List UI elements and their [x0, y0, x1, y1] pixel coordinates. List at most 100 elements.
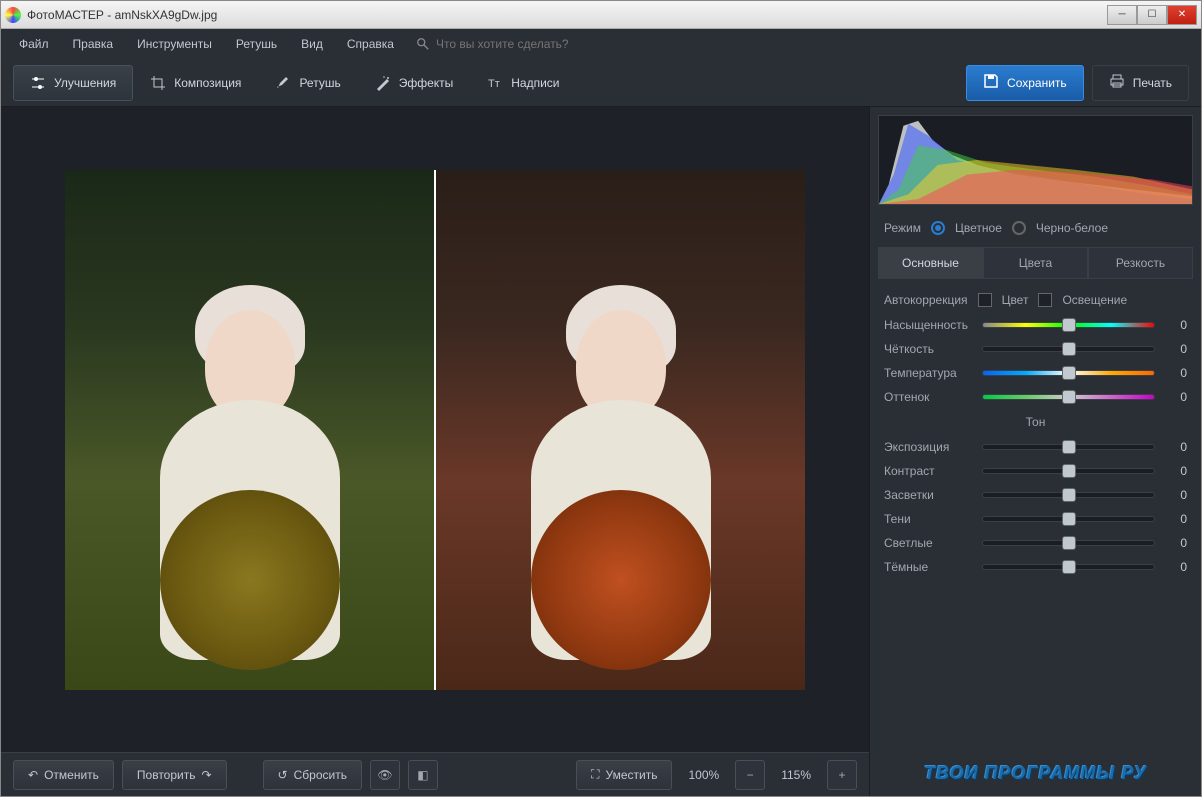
zoom-out-button[interactable]: − — [735, 760, 765, 790]
slider-track[interactable] — [982, 370, 1155, 376]
autocorr-color-label: Цвет — [1002, 293, 1029, 307]
search-box — [416, 37, 636, 51]
tab-composition[interactable]: Композиция — [133, 65, 258, 101]
redo-icon: ↷ — [201, 768, 211, 782]
side-tab-main[interactable]: Основные — [878, 247, 983, 279]
tone-slider-row: Светлые0 — [884, 531, 1187, 555]
checkbox-light[interactable] — [1038, 293, 1052, 307]
slider-track[interactable] — [982, 346, 1155, 352]
minimize-button[interactable]: ─ — [1107, 5, 1137, 25]
menu-view[interactable]: Вид — [291, 33, 333, 55]
menu-edit[interactable]: Правка — [63, 33, 124, 55]
watermark: ТВОИ ПРОГРАММЫ РУ — [870, 751, 1201, 796]
slider-value: 0 — [1163, 560, 1187, 574]
text-icon: Tᴛ — [487, 75, 503, 91]
reset-button[interactable]: ↺ Сбросить — [263, 760, 362, 790]
slider-thumb[interactable] — [1062, 560, 1076, 574]
save-button[interactable]: Сохранить — [966, 65, 1084, 101]
tab-effects[interactable]: Эффекты — [358, 65, 471, 101]
tab-text[interactable]: Tᴛ Надписи — [470, 65, 576, 101]
slider-track[interactable] — [982, 322, 1155, 328]
mode-row: Режим Цветное Черно-белое — [870, 213, 1201, 243]
undo-button[interactable]: ↶ Отменить — [13, 760, 114, 790]
preview-toggle-button[interactable]: 👁 — [370, 760, 400, 790]
menubar: Файл Правка Инструменты Ретушь Вид Справ… — [1, 29, 1201, 59]
fit-icon: ⛶ — [591, 767, 599, 782]
radio-bw[interactable] — [1012, 221, 1026, 235]
autocorr-label: Автокоррекция — [884, 293, 968, 307]
slider-thumb[interactable] — [1062, 440, 1076, 454]
slider-thumb[interactable] — [1062, 536, 1076, 550]
slider-label: Чёткость — [884, 342, 974, 356]
svg-text:Tᴛ: Tᴛ — [488, 78, 500, 90]
canvas-viewport[interactable] — [1, 107, 869, 752]
mode-label: Режим — [884, 221, 921, 235]
tone-slider-row: Засветки0 — [884, 483, 1187, 507]
search-icon — [416, 37, 430, 51]
save-icon — [983, 73, 999, 92]
mode-bw-label: Черно-белое — [1036, 221, 1108, 235]
print-icon — [1109, 73, 1125, 92]
main-area: ↶ Отменить Повторить ↷ ↺ Сбросить 👁 ◧ ⛶ … — [1, 107, 1201, 796]
slider-track[interactable] — [982, 444, 1155, 450]
slider-value: 0 — [1163, 536, 1187, 550]
side-tab-colors[interactable]: Цвета — [983, 247, 1088, 279]
fit-label: Уместить — [606, 768, 658, 782]
tab-retouch[interactable]: Ретушь — [258, 65, 357, 101]
redo-button[interactable]: Повторить ↷ — [122, 760, 227, 790]
compare-toggle-button[interactable]: ◧ — [408, 760, 438, 790]
toolbar: Улучшения Композиция Ретушь Эффекты Tᴛ Н… — [1, 59, 1201, 107]
slider-track[interactable] — [982, 492, 1155, 498]
slider-value: 0 — [1163, 318, 1187, 332]
slider-track[interactable] — [982, 564, 1155, 570]
wand-icon — [375, 75, 391, 91]
slider-track[interactable] — [982, 468, 1155, 474]
slider-thumb[interactable] — [1062, 390, 1076, 404]
menu-retouch[interactable]: Ретушь — [226, 33, 287, 55]
zoom-in-button[interactable]: + — [827, 760, 857, 790]
tone-slider-row: Экспозиция0 — [884, 435, 1187, 459]
tab-label: Ретушь — [299, 76, 340, 90]
slider-thumb[interactable] — [1062, 318, 1076, 332]
slider-track[interactable] — [982, 516, 1155, 522]
print-button[interactable]: Печать — [1092, 65, 1189, 101]
undo-icon: ↶ — [28, 768, 38, 782]
image-compare — [65, 170, 805, 690]
side-tabs: Основные Цвета Резкость — [878, 247, 1193, 279]
slider-track[interactable] — [982, 394, 1155, 400]
sliders-icon — [30, 75, 46, 91]
slider-value: 0 — [1163, 390, 1187, 404]
slider-value: 0 — [1163, 512, 1187, 526]
slider-thumb[interactable] — [1062, 512, 1076, 526]
slider-thumb[interactable] — [1062, 342, 1076, 356]
reset-label: Сбросить — [294, 768, 347, 782]
search-input[interactable] — [436, 37, 636, 51]
radio-color[interactable] — [931, 221, 945, 235]
slider-value: 0 — [1163, 488, 1187, 502]
app-window: ФотоМАСТЕР - amNskXA9gDw.jpg ─ ☐ ✕ Файл … — [0, 0, 1202, 797]
slider-thumb[interactable] — [1062, 488, 1076, 502]
image-before — [65, 170, 434, 690]
slider-thumb[interactable] — [1062, 464, 1076, 478]
slider-label: Экспозиция — [884, 440, 974, 454]
slider-track[interactable] — [982, 540, 1155, 546]
maximize-button[interactable]: ☐ — [1137, 5, 1167, 25]
slider-thumb[interactable] — [1062, 366, 1076, 380]
slider-label: Тени — [884, 512, 974, 526]
menu-help[interactable]: Справка — [337, 33, 404, 55]
tab-enhance[interactable]: Улучшения — [13, 65, 133, 101]
tone-slider-row: Контраст0 — [884, 459, 1187, 483]
fit-button[interactable]: ⛶ Уместить — [576, 760, 672, 790]
slider-value: 0 — [1163, 342, 1187, 356]
zoom-value: 115% — [773, 768, 819, 782]
sidebar: Режим Цветное Черно-белое Основные Цвета… — [869, 107, 1201, 796]
menu-tools[interactable]: Инструменты — [127, 33, 222, 55]
checkbox-color[interactable] — [978, 293, 992, 307]
bottom-bar: ↶ Отменить Повторить ↷ ↺ Сбросить 👁 ◧ ⛶ … — [1, 752, 869, 796]
redo-label: Повторить — [137, 768, 196, 782]
image-after — [436, 170, 805, 690]
close-button[interactable]: ✕ — [1167, 5, 1197, 25]
print-label: Печать — [1133, 76, 1172, 90]
menu-file[interactable]: Файл — [9, 33, 59, 55]
side-tab-sharp[interactable]: Резкость — [1088, 247, 1193, 279]
